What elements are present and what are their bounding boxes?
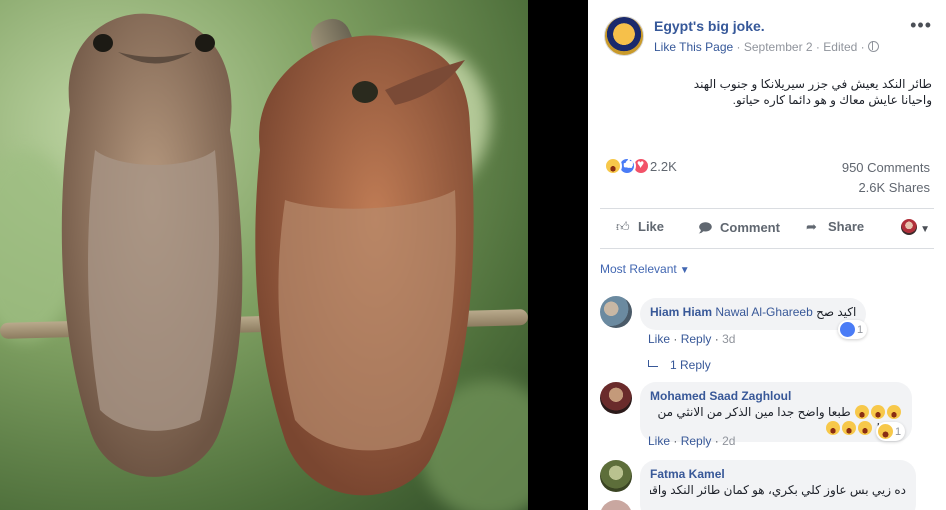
reactions-summary: 2.2K 950 Comments [604, 156, 934, 176]
post-side-panel: Egypt's big joke. Like This Page · Septe… [588, 0, 946, 510]
comment-reply-link[interactable]: Reply [681, 434, 712, 448]
meta-separator: · [860, 40, 868, 54]
post-actions: 👍︎ Like 🗩︎ Comment ➦ Share ▼ [600, 212, 934, 246]
comment-actions: Like · Reply · 3d [648, 332, 735, 346]
haha-emoji-icon [858, 421, 873, 435]
haha-emoji-icon [887, 405, 901, 419]
haha-icon [878, 424, 893, 439]
page-avatar[interactable] [604, 16, 644, 56]
comments-count[interactable]: 950 Comments [842, 160, 930, 175]
reply-arrow-icon [648, 360, 658, 367]
meta-separator: · [736, 40, 744, 54]
sort-label: Most Relevant [600, 262, 677, 276]
comment-like-link[interactable]: Like [648, 434, 670, 448]
page-name-link[interactable]: Egypt's big joke. [654, 18, 765, 34]
comment-reactions[interactable]: 1 [876, 422, 906, 441]
comment-button-label: Comment [720, 220, 780, 235]
haha-emoji-icon [842, 421, 857, 435]
like-button-label: Like [638, 219, 665, 234]
replies-label: 1 Reply [670, 358, 711, 372]
post-meta: Like This Page · September 2 · Edited · [654, 40, 879, 54]
comment-bubble: Fatma Kamel ده زيي بس عاوز كلي بكري، هو … [640, 460, 916, 510]
comment-bubble: Hiam Hiam Nawal Al-Ghareeb اكيد صح [640, 298, 867, 330]
dot-separator: · [714, 434, 723, 448]
post-text: طائر النكد يعيش في جزر سيريلانكا و جنوب … [604, 76, 932, 108]
avatar[interactable] [600, 296, 632, 328]
comment-text-wrap: طبعا واضح جدا مين الذكر من الانثي من بوز… [650, 404, 902, 436]
like-icon [840, 322, 855, 337]
share-button[interactable]: ➦ Share [806, 219, 864, 235]
post-date[interactable]: September 2 [744, 40, 813, 54]
comment-bubble: Mohamed Saad Zaghloul طبعا واضح جدا مين … [640, 382, 912, 442]
thumbs-up-icon: 👍︎ [616, 219, 630, 234]
viewer-switch[interactable]: ▼ [901, 219, 930, 237]
reaction-count[interactable]: 2.2K [650, 159, 677, 174]
divider [600, 248, 934, 249]
share-arrow-icon: ➦ [806, 219, 817, 234]
dot-separator: · [673, 332, 681, 346]
comment-actions: Like · Reply · 2d [648, 434, 735, 448]
comment-reply-link[interactable]: Reply [681, 332, 712, 346]
haha-emoji-icon [855, 405, 869, 419]
comment-button[interactable]: 🗩︎ Comment [698, 219, 780, 241]
post-header: Egypt's big joke. Like This Page · Septe… [604, 14, 936, 60]
avatar[interactable] [600, 460, 632, 492]
chevron-down-icon: ▼ [679, 265, 690, 276]
divider [600, 208, 934, 209]
haha-icon [604, 157, 622, 175]
comment-author[interactable]: Fatma Kamel [650, 466, 906, 482]
dot-separator: · [673, 434, 681, 448]
globe-icon[interactable] [867, 41, 879, 52]
sort-comments-dropdown[interactable]: Most Relevant ▼ [600, 262, 690, 276]
haha-emoji-icon [871, 405, 885, 419]
like-button[interactable]: 👍︎ Like [616, 219, 664, 235]
like-page-link[interactable]: Like This Page [654, 40, 733, 54]
comment-reactions[interactable]: 1 [838, 320, 868, 339]
speech-bubble-icon: 🗩︎ [698, 220, 713, 235]
more-options-icon[interactable]: ••• [910, 16, 932, 34]
photo-birds [61, 13, 474, 496]
edited-label[interactable]: Edited [823, 40, 857, 54]
dot-separator: · [714, 332, 723, 346]
comment-text: اكيد صح [816, 305, 857, 319]
share-button-label: Share [828, 219, 865, 234]
post-text-line: واحيانا عايش معاك و هو دائما كاره حياتو. [732, 93, 932, 107]
post-photo[interactable] [0, 0, 528, 510]
comment-reaction-count: 1 [895, 426, 902, 438]
bottom-profile-peek [600, 500, 632, 510]
comment-text: ده زيي بس عاوز كلي بكري، هو كمان طائر ال… [650, 483, 906, 497]
avatar [901, 219, 918, 235]
chevron-down-icon: ▼ [920, 224, 930, 235]
post-text-line: طائر النكد يعيش في جزر سيريلانكا و جنوب … [693, 77, 932, 91]
comment-reaction-count: 1 [857, 324, 864, 336]
comment-time[interactable]: 2d [722, 434, 735, 448]
view-replies-link[interactable]: 1 Reply [648, 358, 711, 372]
avatar[interactable] [600, 382, 632, 414]
comment-time[interactable]: 3d [722, 332, 735, 346]
comment-author[interactable]: Mohamed Saad Zaghloul [650, 388, 902, 404]
comment-author[interactable]: Hiam Hiam [650, 305, 712, 319]
comment-like-link[interactable]: Like [648, 332, 670, 346]
comment-mention[interactable]: Nawal Al-Ghareeb [715, 305, 812, 319]
haha-emoji-icon [826, 421, 841, 435]
shares-count[interactable]: 2.6K Shares [858, 180, 930, 195]
